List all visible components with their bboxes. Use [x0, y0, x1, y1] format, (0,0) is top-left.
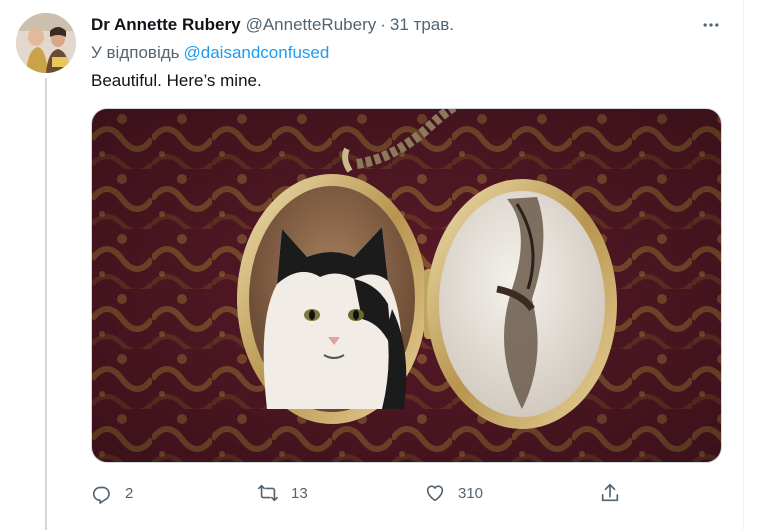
tweet-actions: 2 13 310	[91, 478, 631, 508]
tweet-header: Dr Annette Rubery @AnnetteRubery · 31 тр…	[91, 14, 454, 36]
reply-mention-link[interactable]: @daisandconfused	[184, 43, 330, 62]
retweet-button[interactable]: 13	[257, 478, 308, 508]
author-name[interactable]: Dr Annette Rubery	[91, 15, 241, 35]
reply-button[interactable]: 2	[91, 478, 133, 508]
reply-count: 2	[125, 484, 134, 502]
tweet-text: Beautiful. Here’s mine.	[91, 71, 262, 90]
more-icon[interactable]	[698, 12, 724, 38]
like-button[interactable]: 310	[424, 478, 483, 508]
like-icon	[426, 485, 444, 502]
author-handle[interactable]: @AnnetteRubery	[246, 15, 377, 35]
reply-context: У відповідь @daisandconfused	[91, 43, 329, 63]
tweet-photo[interactable]	[91, 108, 722, 463]
reply-icon	[92, 486, 110, 504]
like-count: 310	[458, 484, 484, 502]
avatar-image	[16, 13, 76, 73]
retweet-count: 13	[291, 484, 308, 502]
share-icon	[601, 483, 619, 502]
share-button[interactable]	[599, 478, 621, 508]
tweet[interactable]: Dr Annette Rubery @AnnetteRubery · 31 тр…	[0, 0, 769, 530]
column-divider	[743, 0, 744, 530]
thread-line	[45, 78, 47, 530]
separator-dot: ·	[380, 15, 386, 34]
locket-photo	[92, 109, 721, 462]
reply-prefix: У відповідь	[91, 43, 180, 62]
tweet-date[interactable]: 31 трав.	[390, 15, 454, 35]
retweet-icon	[258, 484, 278, 502]
avatar[interactable]	[16, 13, 76, 73]
